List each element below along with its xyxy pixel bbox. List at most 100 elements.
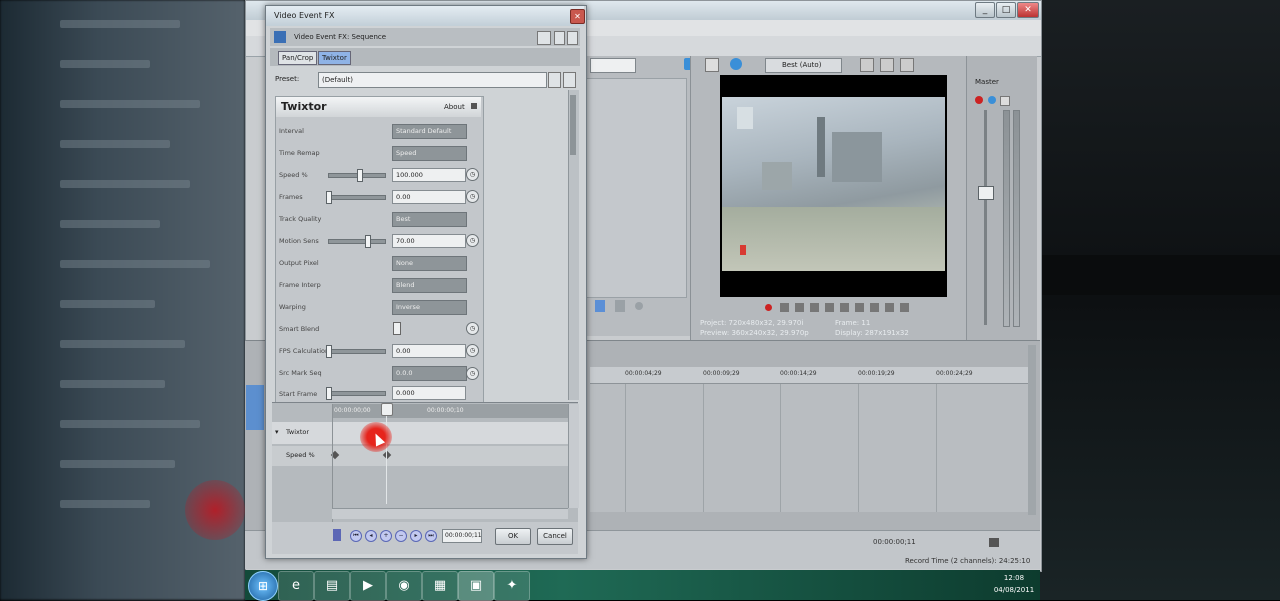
next-keyframe-icon[interactable]: ▸ — [410, 530, 422, 542]
master-fx-icon[interactable] — [988, 96, 996, 104]
keyframe-toggle-icon[interactable]: ◷ — [466, 168, 479, 181]
go-to-start-icon[interactable] — [855, 303, 864, 312]
prop-dropdown[interactable]: Blend — [392, 278, 467, 293]
prop-dropdown[interactable]: Standard Default — [392, 124, 467, 139]
keyframe-toggle-icon[interactable]: ◷ — [466, 344, 479, 357]
preview-props-icon[interactable] — [705, 58, 719, 72]
prop-value-field[interactable]: 0.000 — [392, 386, 466, 400]
app-icon[interactable]: ✦ — [494, 571, 530, 601]
add-keyframe-icon[interactable]: + — [380, 530, 392, 542]
windows-orb-icon[interactable]: ⊞ — [248, 571, 278, 601]
prop-dropdown[interactable]: 0.0.0 — [392, 366, 467, 381]
prop-value-field[interactable]: 100.000 — [392, 168, 466, 182]
timeline-ruler[interactable]: 00:00:04;29 00:00:09;29 00:00:14;29 00:0… — [590, 367, 1035, 384]
play-icon[interactable] — [810, 303, 819, 312]
keyframe-track-speed[interactable]: Speed % — [272, 446, 568, 466]
keyframe-toggle-icon[interactable]: ◷ — [466, 322, 479, 335]
about-link[interactable]: About — [444, 97, 465, 117]
media-play-icon[interactable] — [595, 300, 605, 312]
fps-slider-thumb[interactable] — [326, 345, 332, 358]
fx-remove-icon[interactable] — [554, 31, 565, 45]
media-view-dropdown[interactable] — [590, 58, 636, 73]
speed-slider-thumb[interactable] — [357, 169, 363, 182]
play-from-start-icon[interactable] — [795, 303, 804, 312]
preview-settings-icon[interactable] — [730, 58, 742, 70]
stop-icon[interactable] — [840, 303, 849, 312]
prev-frame-icon[interactable] — [885, 303, 894, 312]
loop-icon[interactable] — [780, 303, 789, 312]
media-player-icon[interactable]: ▶ — [350, 571, 386, 601]
chrome-icon[interactable]: ◉ — [386, 571, 422, 601]
delete-preset-icon[interactable] — [563, 72, 576, 88]
master-record-icon[interactable] — [975, 96, 983, 104]
save-preset-icon[interactable] — [548, 72, 561, 88]
media-stop-icon[interactable] — [615, 300, 625, 312]
maximize-button[interactable]: □ — [996, 2, 1016, 18]
close-window-button[interactable]: ✕ — [1017, 2, 1039, 18]
kf-vscrollbar[interactable] — [568, 404, 579, 508]
media-loop-icon[interactable] — [635, 302, 643, 310]
split-screen-icon[interactable] — [880, 58, 894, 72]
fx-scrollbar-thumb[interactable] — [570, 95, 576, 155]
next-frame-icon[interactable] — [900, 303, 909, 312]
timeline-tracks[interactable] — [590, 384, 1035, 512]
prev-keyframe-icon[interactable]: ◂ — [365, 530, 377, 542]
go-to-end-icon[interactable] — [870, 303, 879, 312]
last-keyframe-icon[interactable]: ⏭ — [425, 530, 437, 542]
keyframe-track-twixtor[interactable]: ▾ Twixtor — [272, 422, 568, 444]
timeline-vscrollbar[interactable] — [1028, 345, 1036, 515]
folder-icon[interactable]: ▤ — [314, 571, 350, 601]
fx-close-icon[interactable]: ✕ — [570, 9, 585, 24]
prop-dropdown[interactable]: None — [392, 256, 467, 271]
collapse-icon[interactable] — [471, 103, 477, 109]
prop-value-field[interactable]: 0.00 — [392, 344, 466, 358]
preview-quality-dropdown[interactable]: Best (Auto) — [765, 58, 842, 73]
fps-slider-track[interactable] — [328, 349, 386, 354]
sync-cursor-icon[interactable] — [333, 529, 341, 541]
playhead-marker[interactable] — [381, 403, 393, 416]
copy-snapshot-icon[interactable] — [900, 58, 914, 72]
keyframe-time-field[interactable]: 00:00:00;11 — [442, 529, 482, 543]
vegas-icon[interactable]: ▣ — [458, 571, 494, 601]
keyframe-toggle-icon[interactable]: ◷ — [466, 234, 479, 247]
pause-icon[interactable] — [825, 303, 834, 312]
record-icon[interactable] — [765, 304, 772, 311]
cancel-button[interactable]: Cancel — [537, 528, 573, 545]
sticky-notes-icon[interactable]: ▦ — [422, 571, 458, 601]
fx-chain-item-pancrop[interactable]: Pan/Crop — [278, 51, 318, 65]
ie-icon[interactable]: e — [278, 571, 314, 601]
start-frame-slider-thumb[interactable] — [326, 387, 332, 400]
smart-blend-checkbox[interactable] — [393, 322, 401, 335]
delete-keyframe-icon[interactable]: − — [395, 530, 407, 542]
master-mute-icon[interactable] — [1000, 96, 1010, 106]
start-frame-slider-track[interactable] — [328, 391, 386, 396]
prop-dropdown[interactable]: Speed — [392, 146, 467, 161]
keyframe-ruler[interactable]: 00:00:00;00 00:00:00;10 — [332, 404, 568, 418]
keyframe-diamond[interactable] — [382, 450, 392, 460]
overlay-icon[interactable] — [860, 58, 874, 72]
keyframe-toggle-icon[interactable]: ◷ — [466, 190, 479, 203]
frames-slider-track[interactable] — [328, 195, 386, 200]
kf-divider — [332, 404, 333, 522]
minimize-button[interactable]: _ — [975, 2, 995, 18]
expand-icon[interactable]: ▾ — [275, 428, 279, 436]
status-lock-icon[interactable] — [989, 538, 999, 547]
kf-hscrollbar[interactable] — [332, 508, 568, 519]
fx-settings-icon[interactable] — [567, 31, 578, 45]
track-header-selected[interactable] — [246, 385, 264, 430]
prop-dropdown[interactable]: Best — [392, 212, 467, 227]
fx-plugin-chooser-icon[interactable] — [537, 31, 551, 45]
fx-chain-item-twixtor[interactable]: Twixtor — [318, 51, 351, 65]
motion-sens-slider-track[interactable] — [328, 239, 386, 244]
first-keyframe-icon[interactable]: ⏮ — [350, 530, 362, 542]
master-fader-handle[interactable] — [978, 186, 994, 200]
taskbar-clock[interactable]: 12:08 04/08/2011 — [990, 572, 1038, 598]
preset-dropdown[interactable]: (Default) — [318, 72, 547, 88]
ok-button[interactable]: OK — [495, 528, 531, 545]
prop-value-field[interactable]: 70.00 — [392, 234, 466, 248]
keyframe-toggle-icon[interactable]: ◷ — [466, 367, 479, 380]
motion-sens-slider-thumb[interactable] — [365, 235, 371, 248]
frames-slider-thumb[interactable] — [326, 191, 332, 204]
prop-value-field[interactable]: 0.00 — [392, 190, 466, 204]
prop-dropdown[interactable]: Inverse — [392, 300, 467, 315]
